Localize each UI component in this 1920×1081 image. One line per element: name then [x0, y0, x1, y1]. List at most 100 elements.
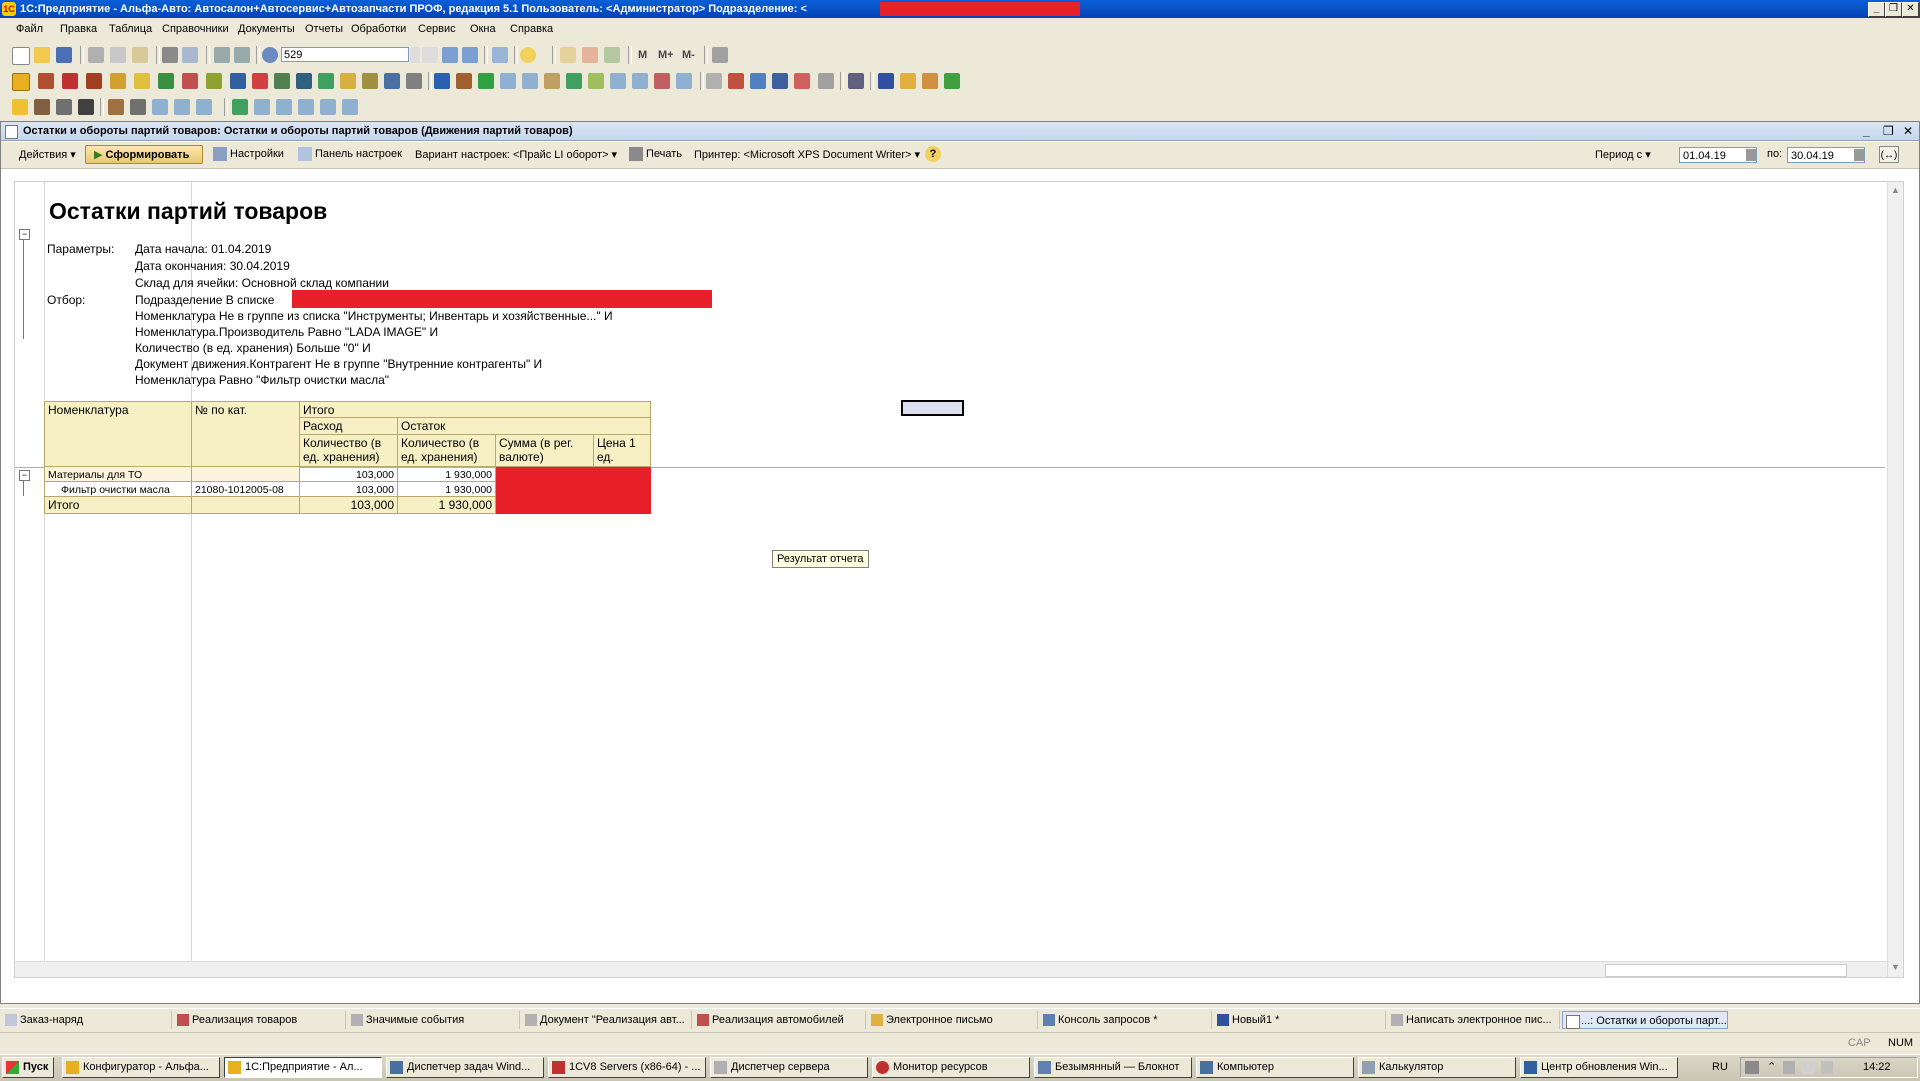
doc-vk-icon[interactable] — [794, 73, 810, 89]
taskbar-item-active[interactable]: 1С:Предприятие - Ал... — [224, 1057, 382, 1078]
doc-rko-icon[interactable] — [522, 73, 538, 89]
calendar-to-icon[interactable] — [1854, 149, 1864, 161]
doc-check-icon[interactable] — [588, 73, 604, 89]
nakl-a-icon[interactable] — [152, 99, 168, 115]
start-button[interactable]: Пуск — [2, 1057, 54, 1078]
doc-close-icon[interactable]: ✕ — [1903, 122, 1913, 140]
memory-button[interactable]: M — [638, 49, 647, 61]
taskbar-item[interactable]: Монитор ресурсов — [872, 1057, 1030, 1078]
folder-icon[interactable] — [900, 73, 916, 89]
search-icon[interactable] — [262, 47, 278, 63]
scroll-down-icon[interactable]: ▼ — [1891, 962, 1900, 972]
scroll-up-icon[interactable]: ▲ — [1891, 185, 1900, 195]
up-down-icon[interactable] — [478, 73, 494, 89]
taskbar-item[interactable]: Компьютер — [1196, 1057, 1354, 1078]
nakl-c-icon[interactable] — [196, 99, 212, 115]
doc-minimize-icon[interactable]: _ — [1863, 122, 1870, 140]
window-tab[interactable]: Заказ-наряд — [2, 1011, 172, 1029]
volume-tray-icon[interactable] — [1821, 1061, 1833, 1074]
redo-icon[interactable] — [234, 47, 250, 63]
doc-restore-icon[interactable]: ❐ — [1883, 122, 1894, 140]
menu-processing[interactable]: Обработки — [351, 23, 406, 35]
parts-icon[interactable] — [110, 73, 126, 89]
memory-minus-button[interactable]: M- — [682, 49, 695, 61]
car-wash-icon[interactable] — [34, 99, 50, 115]
period-menu[interactable]: Период с ▾ — [1595, 148, 1651, 161]
monitor-icon[interactable] — [296, 73, 312, 89]
chart-icon[interactable] — [456, 73, 472, 89]
menu-documents[interactable]: Документы — [238, 23, 295, 35]
doc-copy-icon[interactable] — [706, 73, 722, 89]
open-folder-icon[interactable] — [34, 47, 50, 63]
settings-variant-menu[interactable]: Вариант настроек: <Прайс LI оборот> ▾ — [415, 148, 617, 161]
dollar-icon[interactable] — [158, 73, 174, 89]
doc-transfer-icon[interactable] — [728, 73, 744, 89]
report-spreadsheet[interactable]: − − Остатки партий товаров Параметры: Да… — [14, 181, 1904, 978]
settings-panel-button[interactable]: Панель настроек — [315, 148, 402, 160]
taskbar-item[interactable]: Конфигуратор - Альфа... — [62, 1057, 220, 1078]
info-icon[interactable] — [520, 47, 536, 63]
doc-nakl2-icon[interactable] — [676, 73, 692, 89]
window-tab[interactable]: Значимые события — [348, 1011, 520, 1029]
settings-button[interactable]: Настройки — [230, 148, 284, 160]
doc-nakl-icon[interactable] — [632, 73, 648, 89]
new-icon[interactable] — [12, 47, 30, 65]
vertical-scrollbar[interactable]: ▲ ▼ — [1887, 182, 1903, 977]
exchange-icon[interactable] — [232, 99, 248, 115]
windows-icon[interactable] — [492, 47, 508, 63]
dealer-icon[interactable] — [38, 73, 54, 89]
person-icon[interactable] — [134, 73, 150, 89]
window-tab[interactable]: Реализация автомобилей — [694, 1011, 866, 1029]
menu-service[interactable]: Сервис — [418, 23, 456, 35]
find-next-icon[interactable] — [442, 47, 458, 63]
calculator-icon[interactable] — [582, 47, 598, 63]
printer-menu[interactable]: Принтер: <Microsoft XPS Document Writer>… — [694, 148, 920, 161]
garage-icon[interactable] — [86, 73, 102, 89]
window-tab[interactable]: Электронное письмо — [868, 1011, 1038, 1029]
table-icon[interactable] — [406, 73, 422, 89]
taskbar-item[interactable]: Калькулятор — [1358, 1057, 1516, 1078]
memory-plus-button[interactable]: M+ — [658, 49, 674, 61]
doc-schet-icon[interactable] — [610, 73, 626, 89]
search-dropdown-icon[interactable] — [410, 47, 420, 63]
car-icon[interactable] — [62, 73, 78, 89]
paste-icon[interactable] — [132, 47, 148, 63]
screwdriver-icon[interactable] — [130, 99, 146, 115]
open-book-icon[interactable] — [878, 73, 894, 89]
search-input[interactable] — [281, 47, 409, 62]
calendar-from-icon[interactable] — [1746, 149, 1756, 161]
menu-references[interactable]: Справочники — [162, 23, 229, 35]
copy-icon[interactable] — [110, 47, 126, 63]
period-select-button[interactable]: (↔) — [1879, 146, 1899, 163]
collapse-params-icon[interactable]: − — [19, 229, 30, 240]
menu-panel-icon[interactable] — [12, 73, 30, 91]
taskbar-item[interactable]: 1CV8 Servers (x86-64) - ... — [548, 1057, 706, 1078]
generate-button[interactable]: ▶ Сформировать — [85, 145, 203, 164]
flag-tray-icon[interactable] — [1783, 1061, 1795, 1074]
clear-search-icon[interactable] — [422, 47, 438, 63]
taskbar-item[interactable]: Безымянный — Блокнот — [1034, 1057, 1192, 1078]
nakl-g-icon[interactable] — [342, 99, 358, 115]
1c-app-icon[interactable]: 1С — [2, 2, 16, 16]
clock[interactable]: 14:22 — [1863, 1061, 1891, 1073]
menu-reports[interactable]: Отчеты — [305, 23, 343, 35]
payment-icon[interactable] — [230, 73, 246, 89]
taskbar-item[interactable]: Диспетчер сервера — [710, 1057, 868, 1078]
lift-icon[interactable] — [78, 99, 94, 115]
find-prev-icon[interactable] — [462, 47, 478, 63]
taskbar-item[interactable]: Диспетчер задач Wind... — [386, 1057, 544, 1078]
print-icon[interactable] — [162, 47, 178, 63]
menu-edit[interactable]: Правка — [60, 23, 97, 35]
window-tab[interactable]: Написать электронное пис... — [1388, 1011, 1560, 1029]
cut-icon[interactable] — [88, 47, 104, 63]
minimize-button[interactable]: _ — [1868, 2, 1885, 17]
nakl-d-icon[interactable] — [276, 99, 292, 115]
network-tray-icon[interactable] — [1801, 1061, 1815, 1074]
print-button[interactable]: Печать — [646, 148, 682, 160]
restore-button[interactable]: ❐ — [1885, 2, 1902, 17]
undo-icon[interactable] — [214, 47, 230, 63]
menu-windows[interactable]: Окна — [470, 23, 496, 35]
print-preview-icon[interactable] — [182, 47, 198, 63]
doc-plat-icon[interactable] — [544, 73, 560, 89]
invoice-icon[interactable] — [182, 73, 198, 89]
